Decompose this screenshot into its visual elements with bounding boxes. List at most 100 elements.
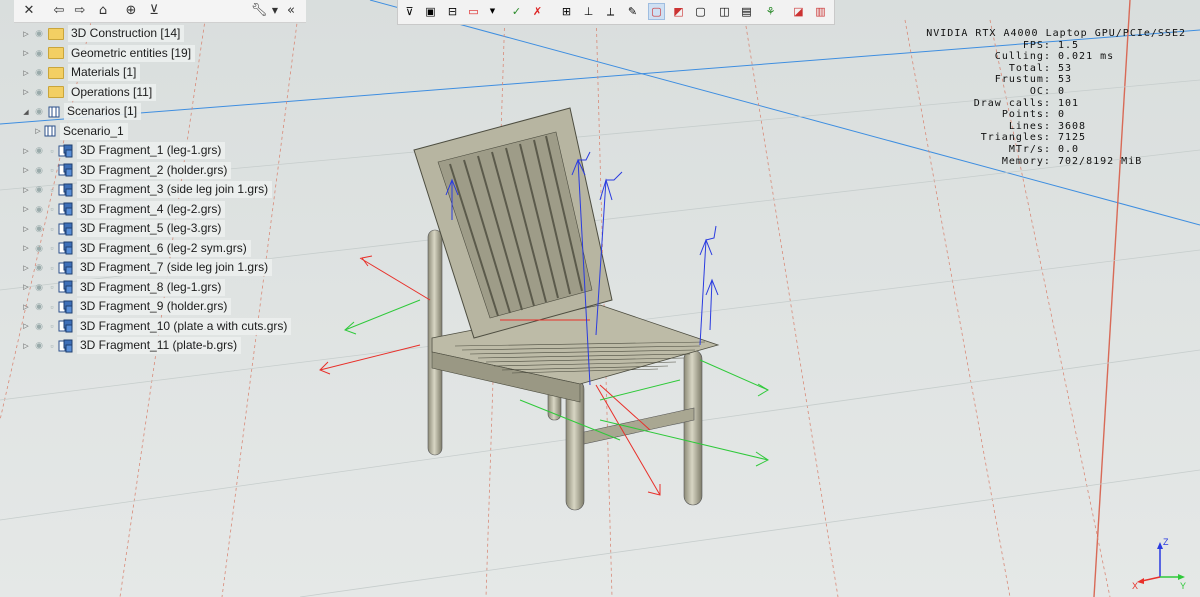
select-rect-icon[interactable]: ▭ xyxy=(465,3,482,20)
layers-filter-icon[interactable]: ⊟ xyxy=(444,3,461,20)
axes-icon[interactable]: ⊥ xyxy=(580,3,597,20)
tree-item[interactable]: ◢ ◉ Scenarios [1] xyxy=(20,102,142,121)
selection-box-icon[interactable]: ▫ xyxy=(48,263,56,273)
tree-item[interactable]: ▷ ◉ ▫ 3D Fragment_3 (side leg join 1.grs) xyxy=(20,180,273,199)
target-icon[interactable]: ⊕ xyxy=(122,2,140,20)
arrow-left-icon[interactable]: ⇦ xyxy=(50,2,68,20)
expand-arrow-icon[interactable]: ▷ xyxy=(20,303,32,311)
expand-arrow-icon[interactable]: ▷ xyxy=(20,186,32,194)
visibility-eye-icon[interactable]: ◉ xyxy=(32,301,46,311)
cube-outline-icon[interactable]: ◫ xyxy=(716,3,733,20)
cross-vector-icon[interactable]: ✗ xyxy=(529,3,546,20)
stat-label: OC: xyxy=(1029,85,1051,97)
expand-arrow-icon[interactable]: ▷ xyxy=(20,225,32,233)
visibility-eye-icon[interactable]: ◉ xyxy=(32,106,46,116)
dropdown-box-icon[interactable]: ⊻ xyxy=(145,2,163,20)
selection-box-icon[interactable]: ▫ xyxy=(48,185,56,195)
expand-arrow-icon[interactable]: ▷ xyxy=(20,147,32,155)
visibility-eye-icon[interactable]: ◉ xyxy=(32,184,46,194)
tree-item[interactable]: ▷ ◉ ▫ 3D Fragment_6 (leg-2 sym.grs) xyxy=(20,239,251,258)
visibility-eye-icon[interactable]: ◉ xyxy=(32,165,46,175)
selection-box-icon[interactable]: ▫ xyxy=(48,224,56,234)
home-icon[interactable]: ⌂ xyxy=(94,2,112,20)
tree-item-label: 3D Fragment_4 (leg-2.grs) xyxy=(77,200,226,218)
cube-edges-icon[interactable]: ▢ xyxy=(692,3,709,20)
grid-icon[interactable]: ⊞ xyxy=(558,3,575,20)
selection-box-icon[interactable]: ▫ xyxy=(48,302,56,312)
dropdown-icon[interactable]: ▼ xyxy=(484,3,501,20)
visibility-eye-icon[interactable]: ◉ xyxy=(32,204,46,214)
panel-icon[interactable]: ▥ xyxy=(812,3,829,20)
expand-arrow-icon[interactable]: ▷ xyxy=(20,205,32,213)
visibility-eye-icon[interactable]: ◉ xyxy=(32,243,46,253)
expand-arrow-icon[interactable]: ▷ xyxy=(20,264,32,272)
selection-box-icon[interactable]: ▫ xyxy=(48,321,56,331)
stat-label: FPS: xyxy=(1022,39,1051,51)
cube-wire-icon[interactable]: ▢ xyxy=(648,3,665,20)
selection-box-icon[interactable]: ▫ xyxy=(48,282,56,292)
stat-row: Frustum: 53 xyxy=(926,74,1186,86)
selection-box-icon[interactable]: ▫ xyxy=(48,165,56,175)
expand-arrow-icon[interactable]: ▷ xyxy=(20,49,32,57)
tree-item-label: Geometric entities [19] xyxy=(68,44,196,62)
expand-arrow-icon[interactable]: ▷ xyxy=(20,166,32,174)
tree-item[interactable]: ▷ ◉ ▫ 3D Fragment_5 (leg-3.grs) xyxy=(20,219,226,238)
tree-item[interactable]: ▷ ◉ ▫ 3D Fragment_7 (side leg join 1.grs) xyxy=(20,258,273,277)
stat-label: Points: xyxy=(1001,109,1051,121)
tree-item[interactable]: ▷ ◉ Operations [11] xyxy=(20,83,157,102)
filter-box-icon[interactable]: ▣ xyxy=(422,3,439,20)
tree-item[interactable]: ▷ ◉ ▫ 3D Fragment_2 (holder.grs) xyxy=(20,161,232,180)
tree-item[interactable]: ▷ ◉ ▫ 3D Fragment_1 (leg-1.grs) xyxy=(20,141,226,160)
pen-icon[interactable]: ✎ xyxy=(624,3,641,20)
collapse-left-icon[interactable]: « xyxy=(282,2,300,20)
visibility-eye-icon[interactable]: ◉ xyxy=(32,321,46,331)
fragment-icon xyxy=(58,280,73,294)
selection-box-icon[interactable]: ▫ xyxy=(48,204,56,214)
check-vector-icon[interactable]: ✓ xyxy=(508,3,525,20)
visibility-eye-icon[interactable]: ◉ xyxy=(32,282,46,292)
visibility-eye-icon[interactable]: ◉ xyxy=(32,67,46,77)
tree-item-label: 3D Fragment_8 (leg-1.grs) xyxy=(77,278,226,296)
expand-arrow-icon[interactable]: ▷ xyxy=(20,88,32,96)
cube-red-icon[interactable]: ◪ xyxy=(790,3,807,20)
visibility-eye-icon[interactable]: ◉ xyxy=(32,145,46,155)
tree-item[interactable]: ▷ ◉ 3D Construction [14] xyxy=(20,24,185,43)
stat-row: Points: 0 xyxy=(926,109,1186,121)
fragment-icon xyxy=(58,261,73,275)
visibility-eye-icon[interactable]: ◉ xyxy=(32,340,46,350)
visibility-eye-icon[interactable]: ◉ xyxy=(32,262,46,272)
tree-item[interactable]: ▷ ◉ ▫ 3D Fragment_11 (plate-b.grs) xyxy=(20,336,242,355)
expand-arrow-icon[interactable]: ▷ xyxy=(20,322,32,330)
tree-item[interactable]: ▷ ◉ ▫ 3D Fragment_9 (holder.grs) xyxy=(20,297,232,316)
visibility-eye-icon[interactable]: ◉ xyxy=(32,87,46,97)
visibility-eye-icon[interactable]: ◉ xyxy=(32,48,46,58)
tree-item[interactable]: ▷ ◉ ▫ 3D Fragment_8 (leg-1.grs) xyxy=(20,278,226,297)
cube-shaded-icon[interactable]: ◩ xyxy=(670,3,687,20)
expand-arrow-icon[interactable]: ▷ xyxy=(32,127,44,135)
3d-viewer: ✕ ⇦ ⇨ ⌂ ⊕ ⊻ 🔧︎ ▼ « ▷ ◉ 3D Construction [14… xyxy=(0,0,1200,597)
collapse-arrow-icon[interactable]: ◢ xyxy=(20,108,32,116)
expand-arrow-icon[interactable]: ▷ xyxy=(20,30,32,38)
visibility-eye-icon[interactable]: ◉ xyxy=(32,28,46,38)
expand-arrow-icon[interactable]: ▷ xyxy=(20,69,32,77)
arrow-right-icon[interactable]: ⇨ xyxy=(71,2,89,20)
visibility-eye-icon[interactable]: ◉ xyxy=(32,223,46,233)
tree-item[interactable]: ▷ Scenario_1 xyxy=(32,122,128,141)
expand-arrow-icon[interactable]: ▷ xyxy=(20,283,32,291)
close-icon[interactable]: ✕ xyxy=(20,2,38,20)
axes-3d-icon[interactable]: ⟂ xyxy=(602,3,619,20)
filter-icon[interactable]: ⊽ xyxy=(401,3,418,20)
tree-item[interactable]: ▷ ◉ ▫ 3D Fragment_10 (plate a with cuts.grs… xyxy=(20,317,292,336)
tree-item[interactable]: ▷ ◉ Geometric entities [19] xyxy=(20,44,196,63)
expand-arrow-icon[interactable]: ▷ xyxy=(20,244,32,252)
expand-arrow-icon[interactable]: ▷ xyxy=(20,342,32,350)
cube-solid-icon[interactable]: ▤ xyxy=(738,3,755,20)
tree-item[interactable]: ▷ ◉ ▫ 3D Fragment_4 (leg-2.grs) xyxy=(20,200,226,219)
selection-box-icon[interactable]: ▫ xyxy=(48,243,56,253)
tree-toolbar: ✕ ⇦ ⇨ ⌂ ⊕ ⊻ 🔧︎ ▼ « xyxy=(14,0,306,23)
selection-box-icon[interactable]: ▫ xyxy=(48,146,56,156)
stat-label: Lines: xyxy=(1008,120,1051,132)
selection-box-icon[interactable]: ▫ xyxy=(48,341,56,351)
shapes-icon[interactable]: ⚘ xyxy=(762,3,779,20)
tree-item[interactable]: ▷ ◉ Materials [1] xyxy=(20,63,141,82)
